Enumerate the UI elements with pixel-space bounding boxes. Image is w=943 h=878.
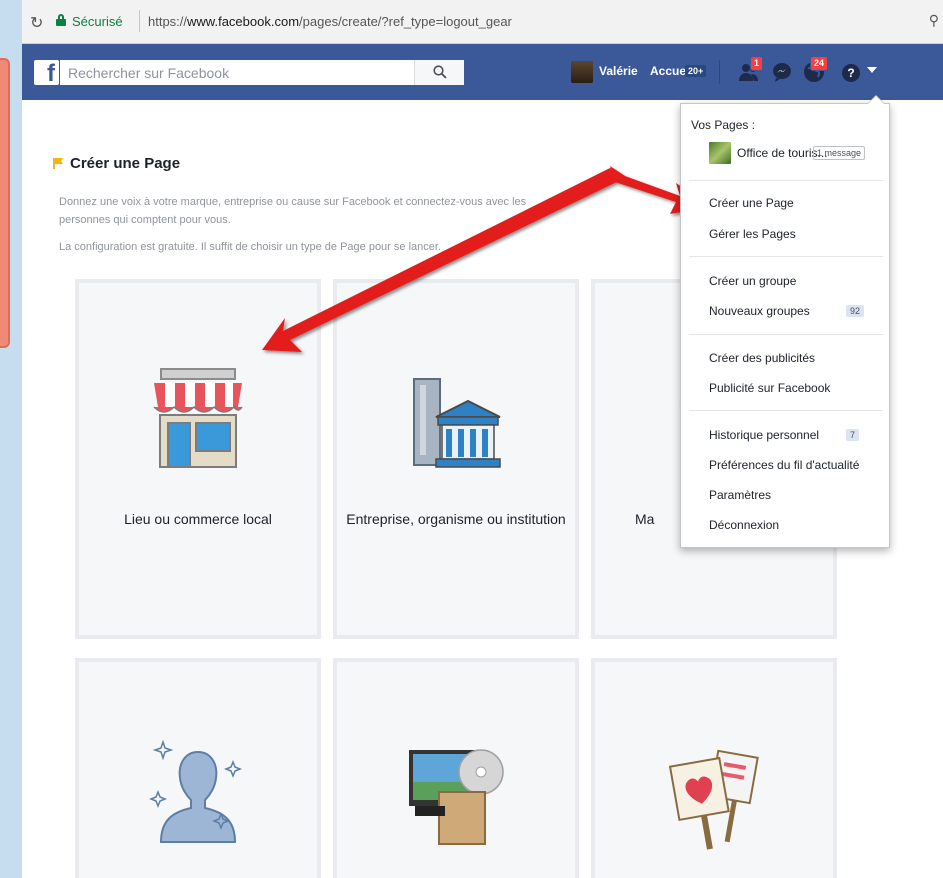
account-dropdown-menu: Vos Pages : Office de touris... 1 messag… bbox=[680, 95, 890, 548]
flag-icon bbox=[53, 158, 63, 169]
search-input[interactable]: Rechercher sur Facebook bbox=[60, 60, 464, 85]
avatar[interactable] bbox=[571, 61, 593, 83]
menu-divider bbox=[689, 410, 883, 411]
menu-item-create-group[interactable]: Créer un groupe bbox=[709, 274, 796, 288]
new-groups-count: 92 bbox=[846, 305, 865, 317]
public-figure-icon bbox=[148, 739, 243, 843]
reload-icon[interactable]: ↻ bbox=[30, 13, 43, 33]
page-description: Donnez une voix à votre marque, entrepri… bbox=[59, 196, 527, 226]
menu-item-advertising[interactable]: Publicité sur Facebook bbox=[709, 381, 830, 395]
search-placeholder: Rechercher sur Facebook bbox=[68, 65, 230, 81]
search-icon bbox=[433, 65, 447, 79]
tile-label: Entreprise, organisme ou institution bbox=[346, 511, 566, 527]
facebook-logo-icon[interactable]: f bbox=[34, 60, 59, 85]
notifications-button[interactable]: 24 bbox=[802, 56, 828, 84]
activity-log-count: 7 bbox=[846, 429, 860, 441]
account-menu-caret-icon[interactable] bbox=[867, 67, 877, 73]
menu-item-manage-pages[interactable]: Gérer les Pages bbox=[709, 227, 796, 241]
cause-icon bbox=[668, 749, 759, 850]
menu-item-settings[interactable]: Paramètres bbox=[709, 488, 771, 502]
menu-item-create-ads[interactable]: Créer des publicités bbox=[709, 351, 815, 365]
menu-item-create-page[interactable]: Créer une Page bbox=[709, 196, 794, 210]
left-decorative-card bbox=[0, 58, 10, 348]
tile-public-figure[interactable] bbox=[75, 658, 321, 878]
friend-requests-count: 1 bbox=[749, 56, 763, 71]
menu-item-new-groups[interactable]: Nouveaux groupes bbox=[709, 304, 810, 318]
nav-divider bbox=[719, 60, 720, 84]
menu-divider bbox=[689, 256, 883, 257]
page-message-badge: 1 message bbox=[813, 146, 866, 160]
building-icon bbox=[413, 378, 501, 468]
messages-button[interactable] bbox=[770, 60, 794, 84]
tile-company[interactable]: Entreprise, organisme ou institution bbox=[333, 279, 579, 639]
address-separator bbox=[139, 10, 140, 32]
menu-item-activity-log[interactable]: Historique personnel bbox=[709, 428, 819, 442]
friend-requests-button[interactable]: 1 bbox=[737, 56, 763, 84]
search-button[interactable] bbox=[414, 60, 464, 85]
menu-item-news-feed-preferences[interactable]: Préférences du fil d'actualité bbox=[709, 458, 859, 472]
config-text: La configuration est gratuite. Il suffit… bbox=[59, 241, 441, 253]
tile-entertainment[interactable] bbox=[333, 658, 579, 878]
extension-icon[interactable]: ⚲ bbox=[929, 12, 939, 29]
menu-divider bbox=[689, 334, 883, 335]
tile-label: Ma bbox=[635, 511, 655, 527]
browser-address-bar: ↻ Sécurisé https://www.facebook.com/page… bbox=[22, 0, 943, 44]
menu-divider bbox=[689, 180, 883, 181]
page-title: Créer une Page bbox=[52, 155, 180, 172]
profile-link[interactable]: Valérie bbox=[599, 64, 638, 78]
tile-local-business[interactable]: Lieu ou commerce local bbox=[75, 279, 321, 639]
facebook-top-bar: f Rechercher sur Facebook Valérie Accuei… bbox=[22, 44, 943, 104]
secure-label[interactable]: Sécurisé bbox=[72, 14, 123, 29]
messenger-icon bbox=[773, 63, 791, 82]
page-thumbnail bbox=[709, 142, 731, 164]
your-pages-heading: Vos Pages : bbox=[691, 118, 756, 132]
storefront-icon bbox=[153, 368, 243, 468]
url-field[interactable]: https://www.facebook.com/pages/create/?r… bbox=[148, 14, 512, 29]
home-badge: 20+ bbox=[685, 65, 707, 77]
entertainment-icon bbox=[409, 749, 504, 845]
notifications-count: 24 bbox=[809, 56, 828, 71]
tile-cause[interactable] bbox=[591, 658, 837, 878]
lock-icon bbox=[56, 14, 66, 26]
menu-item-logout[interactable]: Déconnexion bbox=[709, 518, 779, 532]
help-icon[interactable]: ? bbox=[842, 64, 860, 82]
tile-label: Lieu ou commerce local bbox=[124, 511, 272, 527]
